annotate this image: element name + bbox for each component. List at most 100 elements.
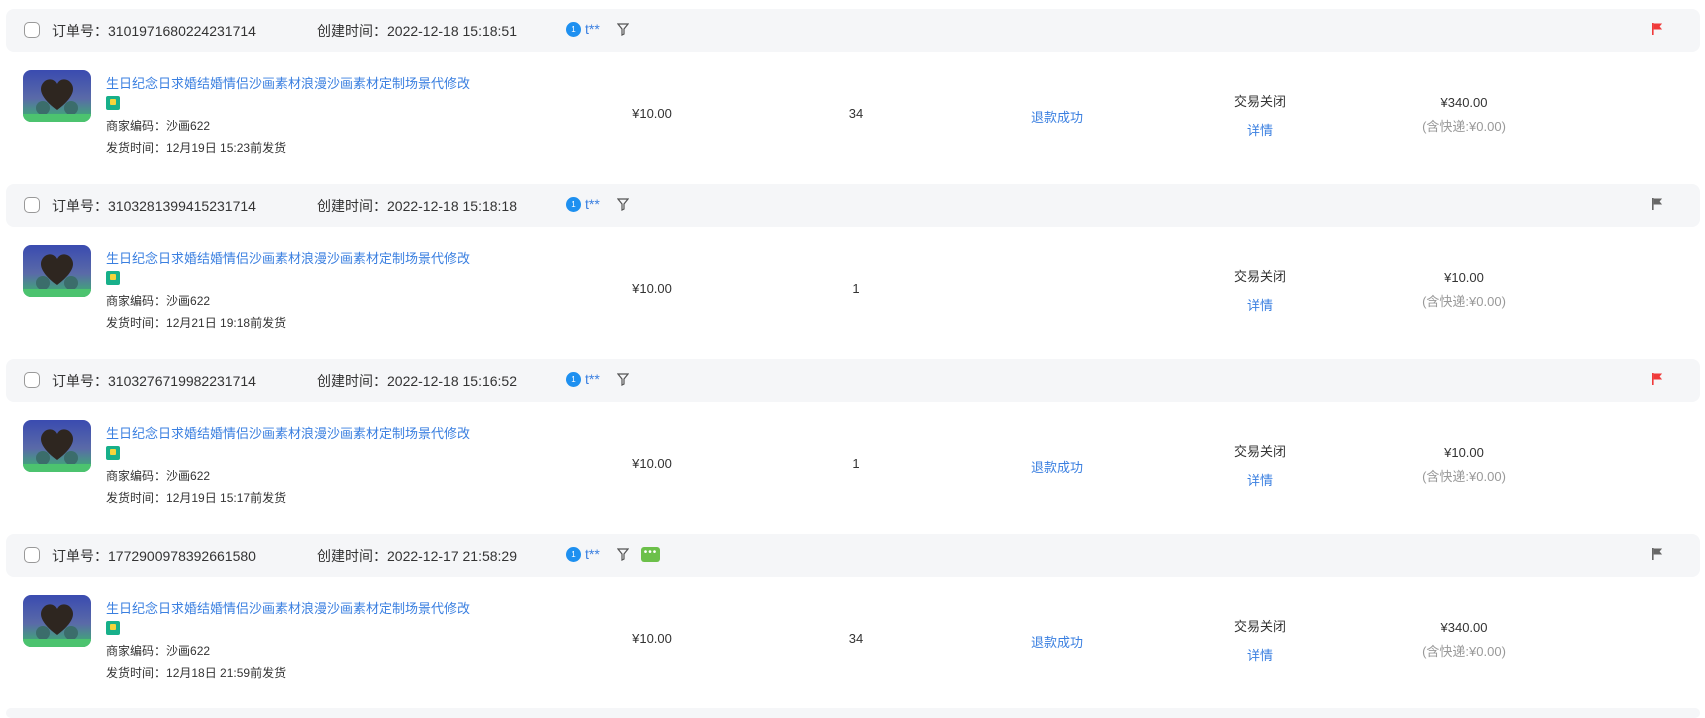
order-header: 订单号：3103276719982231714 创建时间：2022-12-18 … — [6, 359, 1700, 402]
unit-price: ¥10.00 — [632, 631, 672, 646]
buyer-name[interactable]: t** — [585, 371, 600, 387]
unit-price: ¥10.00 — [632, 106, 672, 121]
quantity: 1 — [852, 281, 860, 296]
flag-icon[interactable] — [1651, 547, 1663, 561]
unit-price: ¥10.00 — [632, 456, 672, 471]
buyer[interactable]: 1 t** — [566, 371, 600, 387]
created-time-label: 创建时间： — [317, 198, 387, 214]
product-image[interactable] — [23, 245, 91, 297]
merchant-code-label: 商家编码： — [106, 119, 167, 133]
order-number-label: 订单号： — [52, 373, 108, 389]
shipping-fee: (含快递:¥0.00) — [1422, 644, 1506, 659]
merchant-code: 商家编码：沙画622 — [106, 467, 210, 484]
created-time-label: 创建时间： — [317, 373, 387, 389]
trade-status: 交易关闭 — [1233, 619, 1287, 634]
order-header: 订单号：3103281399415231714 创建时间：2022-12-18 … — [6, 184, 1700, 227]
quantity: 34 — [848, 631, 864, 646]
ship-time-value: 12月19日 15:17前发货 — [166, 491, 287, 505]
order-checkbox[interactable] — [24, 547, 40, 563]
product-title-link[interactable]: 生日纪念日求婚结婚情侣沙画素材浪漫沙画素材定制场景代修改 — [106, 423, 470, 442]
product-tag-icon — [106, 96, 120, 110]
created-time: 创建时间：2022-12-18 15:16:52 — [317, 371, 517, 391]
product-image[interactable] — [23, 420, 91, 472]
wangwang-icon[interactable]: 1 — [566, 21, 581, 37]
ship-time-value: 12月21日 19:18前发货 — [166, 316, 287, 330]
order-checkbox[interactable] — [24, 372, 40, 388]
buyer[interactable]: 1 t** — [566, 21, 600, 37]
order-checkbox[interactable] — [24, 22, 40, 38]
ship-time-label: 发货时间： — [106, 491, 167, 505]
order-header: 订单号：3101971680224231714 创建时间：2022-12-18 … — [6, 9, 1700, 52]
trade-status: 交易关闭 — [1233, 269, 1287, 284]
chat-icon[interactable]: ••• — [641, 547, 660, 562]
merchant-code: 商家编码：沙画622 — [106, 117, 210, 134]
order-number-value[interactable]: 3103281399415231714 — [108, 198, 256, 214]
quantity: 34 — [848, 106, 864, 121]
order-card: 订单号：3103276719982231714 创建时间：2022-12-18 … — [0, 359, 1705, 534]
order-number-label: 订单号： — [52, 23, 108, 39]
order-number: 订单号：1772900978392661580 — [52, 546, 256, 566]
merchant-code: 商家编码：沙画622 — [106, 292, 210, 309]
order-total: ¥340.00 — [1440, 620, 1488, 635]
order-card: 订单号：3103281399415231714 创建时间：2022-12-18 … — [0, 184, 1705, 359]
flag-icon[interactable] — [1651, 197, 1663, 211]
product-image[interactable] — [23, 70, 91, 122]
trade-status: 交易关闭 — [1233, 444, 1287, 459]
detail-link[interactable]: 详情 — [1247, 120, 1273, 139]
detail-link[interactable]: 详情 — [1247, 470, 1273, 489]
product-title-link[interactable]: 生日纪念日求婚结婚情侣沙画素材浪漫沙画素材定制场景代修改 — [106, 598, 470, 617]
ship-time: 发货时间：12月18日 21:59前发货 — [106, 664, 286, 681]
merchant-code-value: 沙画622 — [166, 119, 211, 133]
buyer[interactable]: 1 t** — [566, 196, 600, 212]
buyer-name[interactable]: t** — [585, 546, 600, 562]
detail-link[interactable]: 详情 — [1247, 295, 1273, 314]
order-number-value[interactable]: 3101971680224231714 — [108, 23, 256, 39]
wangwang-icon[interactable]: 1 — [566, 196, 581, 212]
flag-icon[interactable] — [1651, 22, 1663, 36]
order-number: 订单号：3101971680224231714 — [52, 21, 256, 41]
order-number: 订单号：3103281399415231714 — [52, 196, 256, 216]
order-total: ¥10.00 — [1444, 270, 1484, 285]
product-title-link[interactable]: 生日纪念日求婚结婚情侣沙画素材浪漫沙画素材定制场景代修改 — [106, 73, 470, 92]
refund-status-link[interactable]: 退款成功 — [1031, 107, 1083, 126]
detail-link[interactable]: 详情 — [1247, 645, 1273, 664]
product-title-link[interactable]: 生日纪念日求婚结婚情侣沙画素材浪漫沙画素材定制场景代修改 — [106, 248, 470, 267]
ship-time-label: 发货时间： — [106, 141, 167, 155]
ship-time-value: 12月19日 15:23前发货 — [166, 141, 287, 155]
next-order-header — [6, 708, 1700, 718]
buyer-name[interactable]: t** — [585, 196, 600, 212]
product-image[interactable] — [23, 595, 91, 647]
product-tag-icon — [106, 271, 120, 285]
order-total: ¥340.00 — [1440, 95, 1488, 110]
order-card: 订单号：3101971680224231714 创建时间：2022-12-18 … — [0, 9, 1705, 184]
buyer-name[interactable]: t** — [585, 21, 600, 37]
wangwang-icon[interactable]: 1 — [566, 546, 581, 562]
flag-icon[interactable] — [1651, 372, 1663, 386]
ship-time-value: 12月18日 21:59前发货 — [166, 666, 287, 680]
order-number-value[interactable]: 3103276719982231714 — [108, 373, 256, 389]
quantity: 1 — [852, 456, 860, 471]
trade-status: 交易关闭 — [1233, 94, 1287, 109]
wangwang-icon[interactable]: 1 — [566, 371, 581, 387]
ship-time: 发货时间：12月19日 15:17前发货 — [106, 489, 286, 506]
order-checkbox[interactable] — [24, 197, 40, 213]
product-tag-icon — [106, 446, 120, 460]
ship-time-label: 发货时间： — [106, 316, 167, 330]
merchant-code-label: 商家编码： — [106, 644, 167, 658]
filter-icon[interactable] — [617, 23, 629, 36]
order-card: 订单号：1772900978392661580 创建时间：2022-12-17 … — [0, 534, 1705, 709]
order-number-value[interactable]: 1772900978392661580 — [108, 548, 256, 564]
filter-icon[interactable] — [617, 548, 629, 561]
buyer[interactable]: 1 t** — [566, 546, 600, 562]
refund-status-link[interactable]: 退款成功 — [1031, 632, 1083, 651]
merchant-code-value: 沙画622 — [166, 644, 211, 658]
refund-status-link[interactable]: 退款成功 — [1031, 457, 1083, 476]
order-number-label: 订单号： — [52, 198, 108, 214]
merchant-code-label: 商家编码： — [106, 469, 167, 483]
filter-icon[interactable] — [617, 198, 629, 211]
ship-time: 发货时间：12月19日 15:23前发货 — [106, 139, 286, 156]
filter-icon[interactable] — [617, 373, 629, 386]
shipping-fee: (含快递:¥0.00) — [1422, 294, 1506, 309]
order-header: 订单号：1772900978392661580 创建时间：2022-12-17 … — [6, 534, 1700, 577]
product-tag-icon — [106, 621, 120, 635]
